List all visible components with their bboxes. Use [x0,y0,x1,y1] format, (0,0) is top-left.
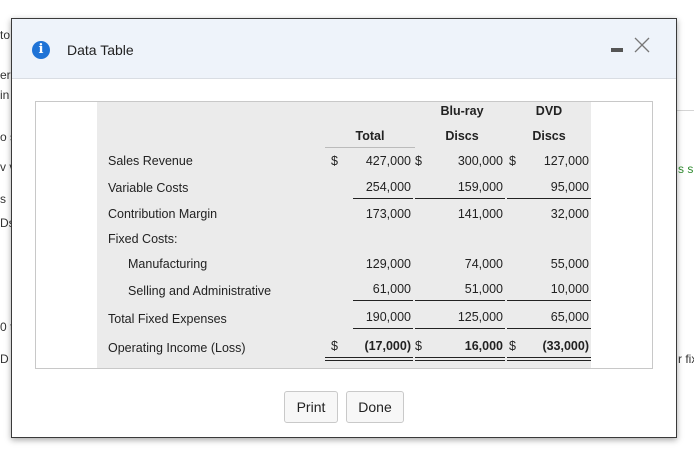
cell-bluray: 16,000 [464,339,503,353]
subtotal-underline [507,328,591,329]
row-label: Contribution Margin [108,207,218,221]
cell-dvd: (33,000) [542,339,589,353]
close-icon[interactable] [632,35,652,55]
currency-symbol: $ [415,154,422,168]
subtotal-underline [507,300,591,301]
currency-symbol: $ [509,154,516,168]
currency-symbol: $ [331,339,338,353]
background-text: er [0,68,11,82]
row-label: Manufacturing [128,257,208,271]
dialog-title: Data Table [67,42,134,58]
cell-bluray: 51,000 [464,282,503,296]
cell-total: (17,000) [364,339,411,353]
info-icon: i [32,41,50,59]
subtotal-underline [507,198,591,199]
cell-dvd: 65,000 [550,310,589,324]
subtotal-underline [415,300,505,301]
background-text: r fix [678,352,694,366]
subtotal-underline [415,328,505,329]
data-table-frame: Blu-ray DVD Total Discs Discs Sales Reve… [35,101,653,369]
total-double-underline [507,357,591,358]
row-label: Sales Revenue [108,154,193,168]
currency-symbol: $ [331,154,338,168]
background-text: D [0,352,9,366]
row-label: Operating Income (Loss) [108,341,246,355]
cell-total: 61,000 [372,282,411,296]
cell-total: 173,000 [365,207,411,221]
currency-symbol: $ [509,339,516,353]
cell-bluray: 159,000 [457,180,503,194]
data-table-dialog: i Data Table Blu-ray DVD Total Discs Dis… [11,18,677,438]
total-double-underline [507,360,591,361]
background-text: s s [678,162,694,176]
data-table: Blu-ray DVD Total Discs Discs Sales Reve… [97,102,591,368]
column-header-dvd-discs: Discs [532,129,566,143]
background-text: s [0,192,6,206]
background-divider [677,110,694,111]
subtotal-underline [353,198,413,199]
total-double-underline [415,357,505,358]
cell-dvd: 10,000 [550,282,589,296]
subtotal-underline [353,328,413,329]
row-label: Total Fixed Expenses [108,312,227,326]
cell-bluray: 141,000 [457,207,503,221]
dialog-header: i Data Table [12,19,676,79]
minimize-icon[interactable] [611,48,623,52]
cell-dvd: 127,000 [543,154,589,168]
done-button[interactable]: Done [346,391,404,423]
row-label: Fixed Costs: [108,232,178,246]
cell-bluray: 74,000 [464,257,503,271]
row-label: Variable Costs [108,181,189,195]
cell-total: 254,000 [365,180,411,194]
cell-dvd: 55,000 [550,257,589,271]
row-label: Selling and Administrative [128,284,272,298]
column-header-total: Total [355,129,385,143]
column-header-bluray: Blu-ray [440,104,484,118]
cell-dvd: 95,000 [550,180,589,194]
cell-bluray: 125,000 [457,310,503,324]
cell-dvd: 32,000 [550,207,589,221]
total-double-underline [415,360,505,361]
total-double-underline [325,357,413,358]
header-underline [325,147,415,148]
background-text: to [0,28,11,42]
cell-total: 129,000 [365,257,411,271]
subtotal-underline [415,198,505,199]
background-text: in [0,88,10,102]
cell-bluray: 300,000 [457,154,503,168]
column-header-dvd: DVD [535,104,563,118]
print-button[interactable]: Print [284,391,338,423]
cell-total: 427,000 [365,154,411,168]
total-double-underline [325,360,413,361]
currency-symbol: $ [415,339,422,353]
column-header-bluray-discs: Discs [445,129,479,143]
cell-total: 190,000 [365,310,411,324]
subtotal-underline [353,300,413,301]
